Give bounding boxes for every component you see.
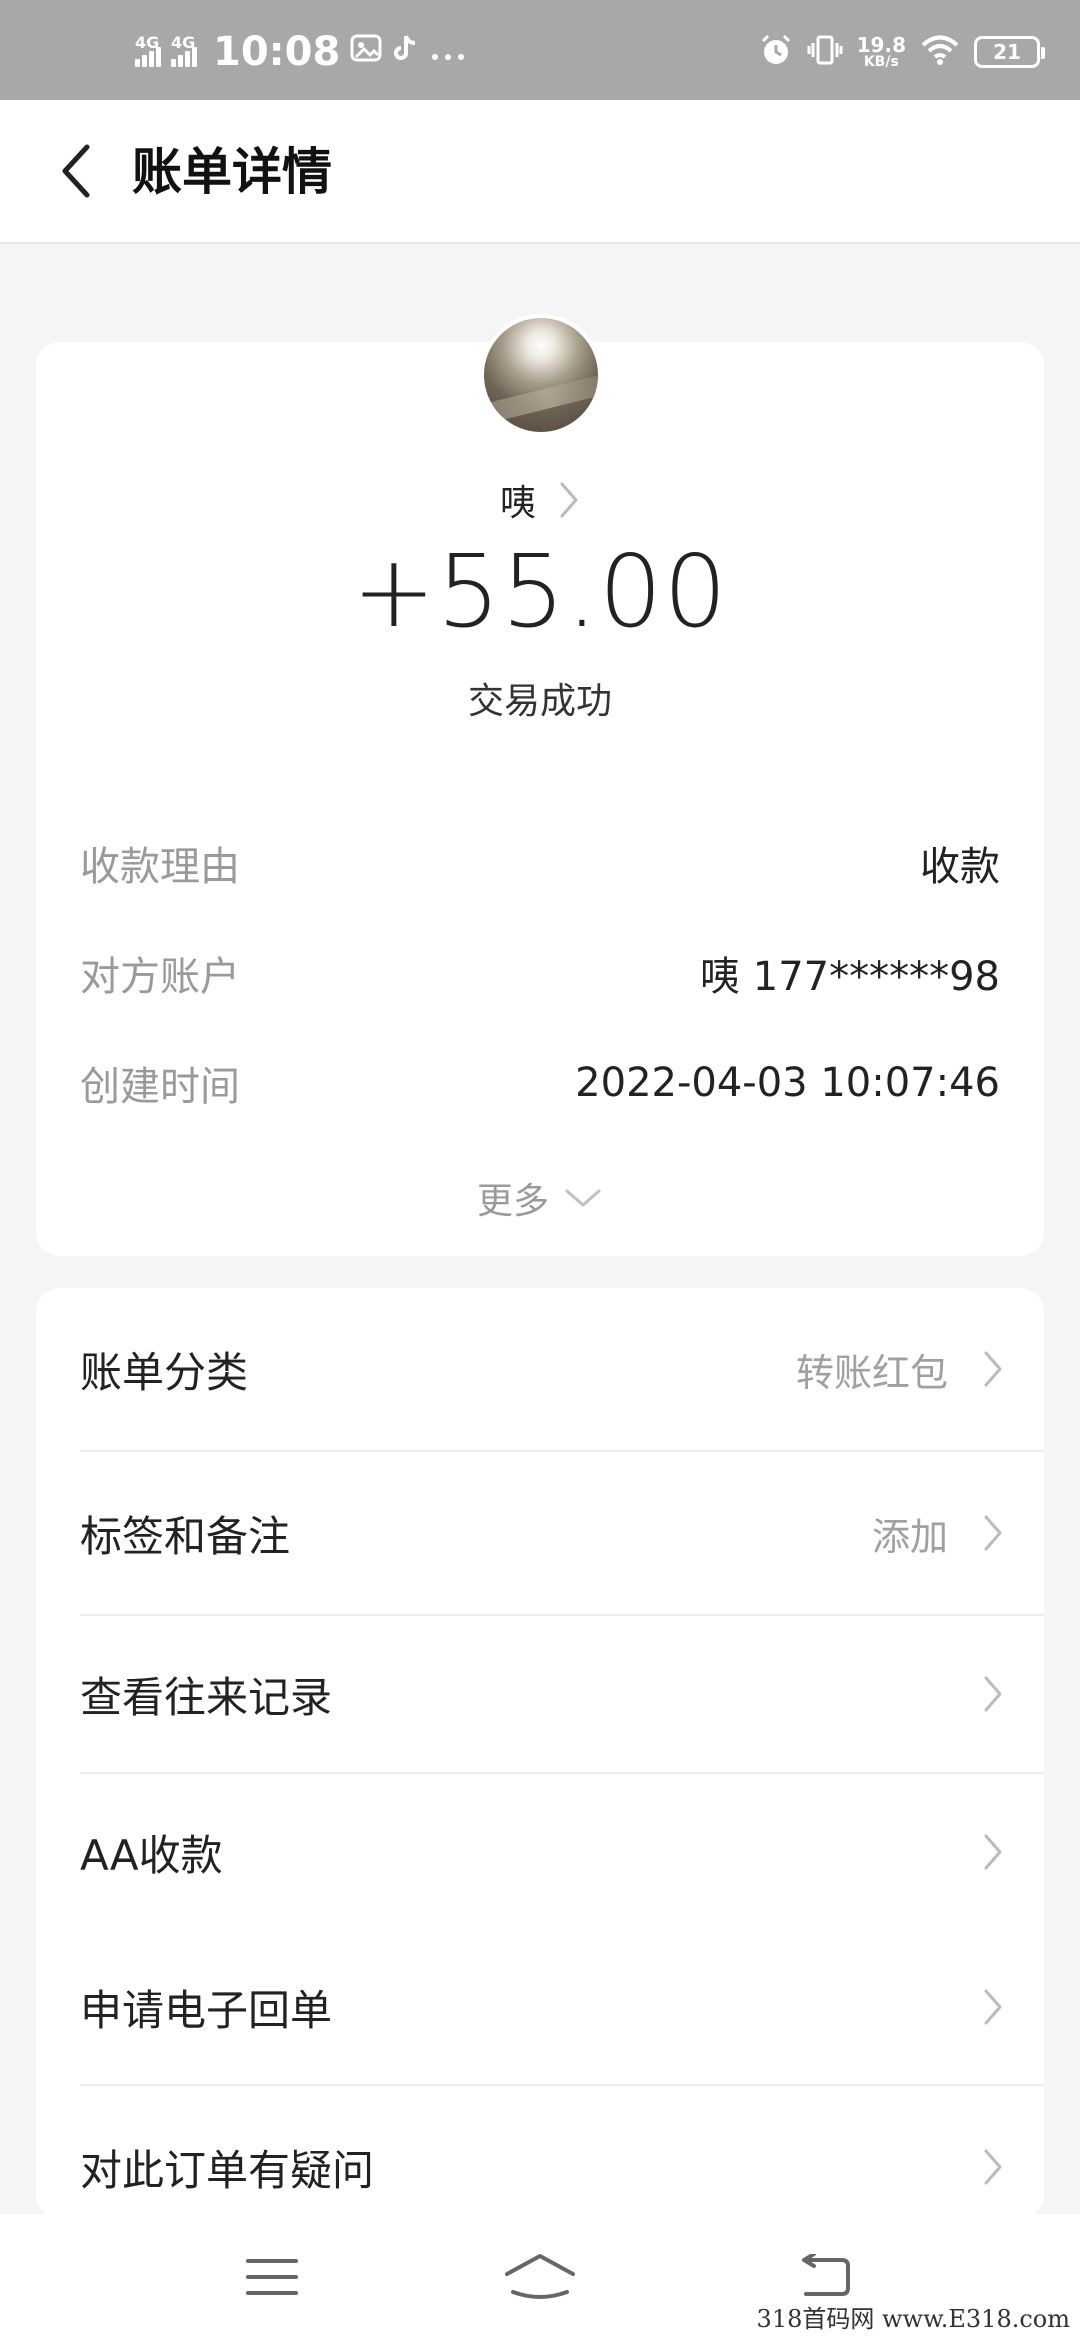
- status-bar-left: 4G 4G 10:08: [135, 29, 466, 75]
- signal-icon: 4G: [171, 33, 197, 67]
- app-header: 账单详情: [0, 100, 1080, 244]
- system-nav-bar: 318首码网 www.E318.com: [0, 2214, 1080, 2340]
- alarm-icon: [759, 33, 793, 71]
- detail-row-reason: 收款理由 收款: [80, 828, 1000, 898]
- menu-item-label: 对此订单有疑问: [80, 2145, 375, 2195]
- home-button[interactable]: [500, 2242, 580, 2312]
- chevron-right-icon: [984, 2149, 1002, 2185]
- counterparty-row[interactable]: 咦: [36, 474, 1044, 526]
- detail-label: 收款理由: [80, 844, 240, 890]
- signal-icon: 4G: [135, 33, 161, 67]
- home-icon: [505, 2254, 575, 2299]
- status-bar: 4G 4G 10:08 19.8 KB/s 21: [0, 0, 1080, 100]
- chevron-left-icon: [62, 144, 90, 198]
- menu-item-e-receipt[interactable]: 申请电子回单: [80, 1930, 1044, 2086]
- detail-value: 咦 177******98: [700, 954, 1000, 1000]
- menu-item-right: [982, 2147, 1004, 2187]
- battery-level: 21: [993, 40, 1021, 64]
- menu-item-label: 账单分类: [80, 1347, 249, 1397]
- return-icon: [802, 2254, 850, 2296]
- chevron-down-icon: [565, 1189, 601, 1207]
- transaction-status: 交易成功: [467, 681, 612, 722]
- menu-item-transaction-history[interactable]: 查看往来记录: [80, 1616, 1044, 1774]
- menu-item-right: 添加: [872, 1506, 1004, 1561]
- wifi-icon: [920, 34, 960, 70]
- tiktok-icon: [392, 33, 420, 71]
- network-type-label: 4G: [135, 33, 160, 52]
- network-speed: 19.8 KB/s: [857, 35, 906, 69]
- actions-card: 账单分类 转账红包 标签和备注 添加 查看往来记录 AA收款 申请电子回单 对此…: [36, 1288, 1044, 2218]
- more-toggle[interactable]: 更多: [36, 1168, 1044, 1228]
- detail-value: 收款: [920, 844, 1000, 890]
- page-title: 账单详情: [132, 143, 332, 201]
- detail-value: 2022-04-03 10:07:46: [575, 1060, 1000, 1106]
- menu-item-right: 转账红包: [796, 1342, 1004, 1397]
- watermark-text: 318首码网 www.E318.com: [756, 2305, 1070, 2333]
- menu-item-bill-category[interactable]: 账单分类 转账红包: [80, 1288, 1044, 1452]
- menu-item-tags-notes[interactable]: 标签和备注 添加: [80, 1452, 1044, 1616]
- transaction-amount: +55.00: [351, 533, 729, 650]
- status-bar-right: 19.8 KB/s 21: [759, 30, 1045, 74]
- network-type-label: 4G: [171, 33, 196, 52]
- chevron-right-icon: [984, 1834, 1002, 1870]
- menu-item-label: 申请电子回单: [80, 1985, 333, 2035]
- detail-label: 对方账户: [80, 954, 240, 1000]
- clock-time: 10:08: [213, 29, 341, 75]
- gallery-icon: [350, 33, 382, 71]
- back-button[interactable]: [40, 136, 110, 206]
- menu-item-label: 查看往来记录: [80, 1672, 333, 1722]
- menu-item-label: 标签和备注: [80, 1511, 291, 1561]
- menu-item-value: 添加: [871, 1514, 948, 1559]
- chevron-right-icon: [984, 1989, 1002, 2025]
- menu-item-value: 转账红包: [795, 1350, 948, 1395]
- menu-item-label: AA收款: [80, 1830, 223, 1880]
- menu-item-aa-collect[interactable]: AA收款: [80, 1774, 1044, 1930]
- avatar[interactable]: [480, 314, 602, 436]
- counterparty-name: 咦: [499, 483, 536, 524]
- speed-value: 19.8: [856, 33, 906, 57]
- detail-label: 创建时间: [80, 1064, 240, 1110]
- menu-item-right: [982, 1674, 1004, 1714]
- detail-row-account: 对方账户 咦 177******98: [80, 938, 1000, 1008]
- chevron-right-icon: [984, 1351, 1002, 1387]
- chevron-right-icon: [984, 1676, 1002, 1712]
- menu-item-order-question[interactable]: 对此订单有疑问: [80, 2086, 1044, 2218]
- chevron-right-icon: [560, 482, 578, 518]
- chevron-right-icon: [984, 1515, 1002, 1551]
- speed-unit: KB/s: [863, 54, 899, 70]
- more-dots-icon: [430, 35, 466, 70]
- menu-button[interactable]: [232, 2242, 312, 2312]
- menu-icon: [246, 2259, 298, 2295]
- more-label: 更多: [476, 1181, 549, 1222]
- vibrate-icon: [807, 35, 843, 69]
- menu-item-right: [982, 1987, 1004, 2027]
- detail-row-created-time: 创建时间 2022-04-03 10:07:46: [80, 1048, 1000, 1118]
- menu-item-right: [982, 1832, 1004, 1872]
- transaction-summary-card: 咦 +55.00 交易成功 收款理由 收款 对方账户 咦 177******98…: [36, 314, 1044, 1256]
- battery-icon: 21: [974, 36, 1045, 68]
